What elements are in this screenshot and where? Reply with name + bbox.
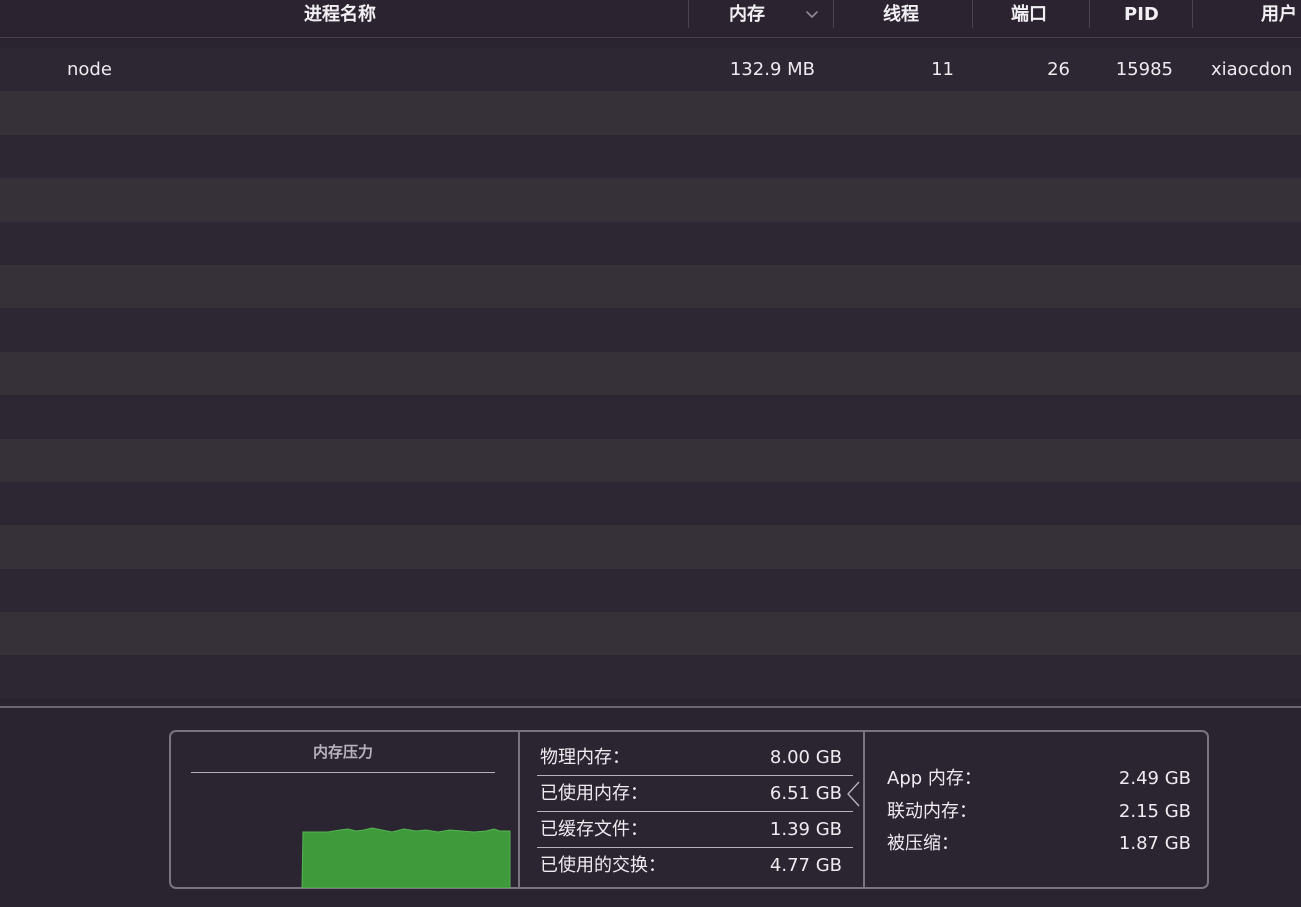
- column-header-threads[interactable]: 线程: [883, 0, 919, 30]
- detail-value: 2.15 GB: [1118, 801, 1191, 822]
- stat-value: 6.51 GB: [769, 783, 842, 804]
- empty-row: [0, 178, 1301, 222]
- table-row[interactable]: node 132.9 MB 11 26 15985 xiaocdon: [0, 48, 1301, 92]
- detail-value: 2.49 GB: [1118, 768, 1191, 789]
- empty-row: [0, 351, 1301, 396]
- stat-divider: [537, 847, 853, 848]
- stat-value: 1.39 GB: [769, 819, 842, 840]
- memory-pressure-rule: [191, 772, 495, 773]
- empty-row: [0, 395, 1301, 439]
- detail-label: App 内存：: [887, 768, 982, 789]
- column-separator[interactable]: [688, 0, 689, 28]
- empty-row: [0, 438, 1301, 482]
- empty-row: [0, 612, 1301, 656]
- ports-cell: 26: [1047, 59, 1070, 80]
- stat-cached-files: 已缓存文件： 1.39 GB: [537, 813, 847, 847]
- empty-row: [0, 134, 1301, 179]
- empty-row: [0, 525, 1301, 569]
- memory-pressure-title: 内存压力: [312, 743, 373, 761]
- stat-swap-used: 已使用的交换： 4.77 GB: [537, 849, 847, 883]
- empty-row: [0, 264, 1301, 309]
- column-separator[interactable]: [972, 0, 973, 28]
- process-table: node 132.9 MB 11 26 15985 xiaocdon: [0, 48, 1301, 699]
- empty-row: [0, 308, 1301, 352]
- detail-wired-memory: 联动内存： 2.15 GB: [887, 796, 1191, 828]
- activity-monitor-window: 进程名称 内存 线程 端口 PID 用户 node 132.9 MB 11 26…: [0, 0, 1301, 907]
- stat-label: 已缓存文件：: [540, 819, 648, 840]
- detail-label: 联动内存：: [887, 801, 977, 822]
- column-header-user[interactable]: 用户: [1261, 0, 1297, 30]
- memory-summary-panel: 内存压力 物理内存： 8.00 GB 已使用内存： 6.51 GB 已缓存文件：…: [169, 730, 1209, 889]
- column-header-pid[interactable]: PID: [1124, 0, 1159, 30]
- memory-pressure-section: 内存压力: [171, 732, 520, 888]
- stat-divider: [537, 775, 853, 776]
- empty-row: [0, 221, 1301, 265]
- column-header-process-name[interactable]: 进程名称: [304, 0, 376, 30]
- column-separator[interactable]: [1192, 0, 1193, 28]
- detail-app-memory: App 内存： 2.49 GB: [887, 763, 1191, 795]
- table-header: 进程名称 内存 线程 端口 PID 用户: [0, 0, 1301, 38]
- detail-value: 1.87 GB: [1118, 833, 1191, 854]
- stat-used-memory: 已使用内存： 6.51 GB: [537, 777, 847, 811]
- detail-compressed: 被压缩： 1.87 GB: [887, 828, 1191, 860]
- pointer-arrow-icon: [847, 781, 860, 807]
- memory-detail-section: App 内存： 2.49 GB 联动内存： 2.15 GB 被压缩： 1.87 …: [865, 732, 1207, 887]
- stat-value: 4.77 GB: [769, 855, 842, 876]
- memory-pressure-graph: [301, 827, 511, 888]
- detail-label: 被压缩：: [887, 833, 959, 854]
- memory-cell: 132.9 MB: [729, 59, 815, 80]
- stat-label: 已使用的交换：: [540, 855, 666, 876]
- memory-stats-section: 物理内存： 8.00 GB 已使用内存： 6.51 GB 已缓存文件： 1.39…: [520, 732, 865, 887]
- stat-label: 物理内存：: [540, 747, 630, 768]
- empty-row: [0, 481, 1301, 526]
- memory-pressure-fill: [301, 827, 511, 888]
- stat-divider: [537, 811, 853, 812]
- column-separator[interactable]: [833, 0, 834, 28]
- column-header-ports[interactable]: 端口: [1011, 0, 1047, 30]
- empty-row: [0, 655, 1301, 699]
- column-separator[interactable]: [1089, 0, 1090, 28]
- column-header-memory[interactable]: 内存: [729, 0, 765, 30]
- empty-row: [0, 91, 1301, 135]
- chevron-down-icon[interactable]: [803, 4, 821, 24]
- pid-cell: 15985: [1115, 59, 1173, 80]
- threads-cell: 11: [931, 59, 954, 80]
- stat-label: 已使用内存：: [540, 783, 648, 804]
- empty-row: [0, 568, 1301, 613]
- process-name-cell: node: [67, 59, 112, 80]
- stat-physical-memory: 物理内存： 8.00 GB: [537, 741, 847, 775]
- stat-value: 8.00 GB: [769, 747, 842, 768]
- user-cell: xiaocdon: [1211, 59, 1293, 80]
